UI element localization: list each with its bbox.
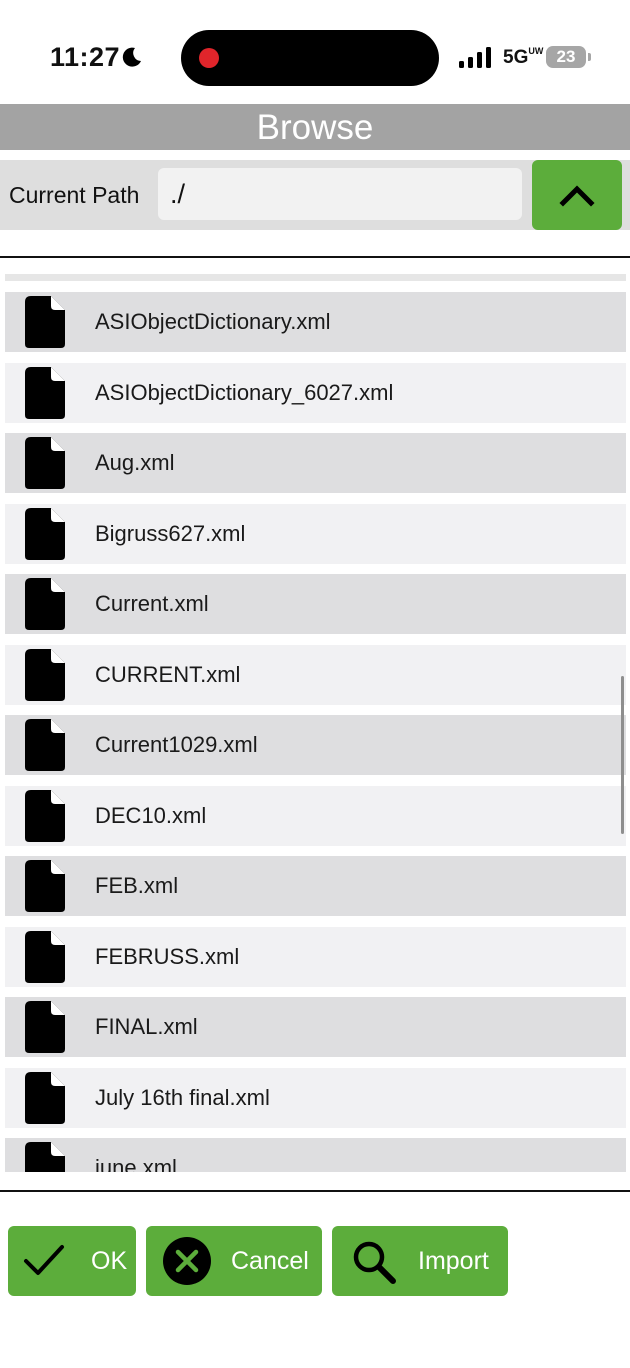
file-list-item[interactable]: FINAL.xml bbox=[5, 997, 626, 1057]
file-icon bbox=[25, 1142, 65, 1172]
file-list-item[interactable]: DEC10.xml bbox=[5, 785, 626, 846]
parent-directory-button[interactable] bbox=[532, 160, 622, 230]
file-list-item[interactable]: Current.xml bbox=[5, 574, 626, 634]
file-icon bbox=[25, 1071, 65, 1124]
file-icon bbox=[25, 648, 65, 701]
path-input[interactable] bbox=[158, 168, 522, 220]
file-name: FINAL.xml bbox=[95, 1014, 198, 1039]
file-list-item[interactable]: July 16th final.xml bbox=[5, 1067, 626, 1128]
search-icon bbox=[353, 1241, 396, 1284]
chevron-up-icon bbox=[559, 185, 595, 207]
file-name: July 16th final.xml bbox=[95, 1084, 270, 1110]
file-list[interactable]: ASIObjectDictionary.xml ASIObjectDictiona… bbox=[0, 264, 630, 1172]
file-icon bbox=[25, 578, 65, 630]
page-title: Browse bbox=[0, 104, 630, 150]
file-name: Aug.xml bbox=[95, 450, 175, 475]
file-icon bbox=[25, 719, 65, 771]
file-name: ASIObjectDictionary_6027.xml bbox=[95, 379, 394, 405]
import-button[interactable]: Import bbox=[332, 1226, 508, 1296]
status-bar: 11:27 5GUW 23 bbox=[0, 0, 630, 100]
battery-icon: 23 bbox=[546, 46, 592, 68]
file-icon bbox=[25, 366, 65, 419]
file-list-item[interactable]: FEB.xml bbox=[5, 856, 626, 916]
file-name: FEB.xml bbox=[95, 873, 179, 898]
status-time: 11:27 bbox=[50, 42, 121, 72]
file-list-item[interactable]: FEBRUSS.xml bbox=[5, 926, 626, 987]
file-icon bbox=[25, 1001, 65, 1053]
signal-icon bbox=[459, 47, 491, 68]
file-list-item[interactable]: june.xml bbox=[5, 1138, 626, 1172]
file-list-item[interactable]: Aug.xml bbox=[5, 433, 626, 493]
file-icon bbox=[25, 296, 65, 348]
cancel-button[interactable]: Cancel bbox=[146, 1226, 322, 1296]
file-list-item[interactable]: Bigruss627.xml bbox=[5, 503, 626, 564]
file-list-item[interactable]: Current1029.xml bbox=[5, 715, 626, 775]
list-top-strip bbox=[5, 274, 626, 281]
recording-indicator bbox=[199, 48, 219, 68]
file-name: Bigruss627.xml bbox=[95, 520, 246, 546]
file-icon bbox=[25, 789, 65, 842]
file-name: Current.xml bbox=[95, 591, 209, 616]
file-list-item[interactable]: ASIObjectDictionary_6027.xml bbox=[5, 362, 626, 423]
file-icon bbox=[25, 860, 65, 912]
file-icon bbox=[25, 930, 65, 983]
checkmark-icon bbox=[24, 1245, 64, 1275]
battery-level: 23 bbox=[546, 46, 586, 68]
cancel-label: Cancel bbox=[231, 1246, 309, 1275]
scroll-indicator[interactable] bbox=[621, 676, 624, 834]
moon-icon bbox=[122, 47, 141, 67]
cancel-icon bbox=[163, 1237, 211, 1285]
battery-cap bbox=[588, 53, 591, 61]
file-icon bbox=[25, 507, 65, 560]
divider bbox=[0, 1190, 630, 1192]
divider bbox=[0, 256, 630, 258]
import-label: Import bbox=[418, 1246, 489, 1275]
file-list-item[interactable]: CURRENT.xml bbox=[5, 644, 626, 705]
file-name: Current1029.xml bbox=[95, 732, 258, 757]
file-name: june.xml bbox=[95, 1155, 177, 1172]
file-name: FEBRUSS.xml bbox=[95, 943, 240, 969]
ok-button[interactable]: OK bbox=[8, 1226, 136, 1296]
path-label: Current Path bbox=[9, 182, 140, 208]
file-name: DEC10.xml bbox=[95, 802, 207, 828]
path-bar: Current Path bbox=[0, 160, 630, 230]
ok-label: OK bbox=[91, 1246, 128, 1275]
network-label: 5G bbox=[503, 47, 529, 68]
network-sup: UW bbox=[528, 45, 544, 56]
file-name: CURRENT.xml bbox=[95, 661, 241, 687]
network-type: 5GUW bbox=[503, 45, 544, 69]
file-list-item[interactable]: ASIObjectDictionary.xml bbox=[5, 292, 626, 352]
dynamic-island bbox=[181, 30, 439, 86]
file-name: ASIObjectDictionary.xml bbox=[95, 309, 331, 334]
file-icon bbox=[25, 437, 65, 489]
